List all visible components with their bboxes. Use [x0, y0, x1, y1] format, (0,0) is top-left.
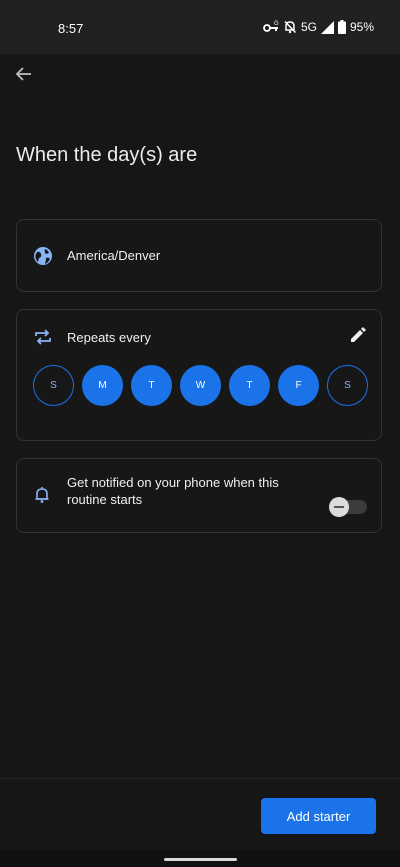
day-toggle[interactable]: T	[131, 365, 172, 406]
day-selector: SMTWTFS	[33, 365, 368, 406]
battery-percent: 95%	[349, 20, 374, 34]
divider	[0, 778, 400, 779]
day-toggle[interactable]: T	[229, 365, 270, 406]
battery-icon	[337, 20, 346, 34]
status-icons: G 5G 95%	[263, 20, 374, 34]
vpn-key-icon: G	[263, 20, 279, 34]
day-toggle[interactable]: M	[82, 365, 123, 406]
repeat-label: Repeats every	[67, 330, 151, 345]
status-bar: 8:57 G 5G 95%	[0, 0, 400, 54]
timezone-card[interactable]: America/Denver	[16, 219, 382, 292]
day-toggle[interactable]: S	[33, 365, 74, 406]
back-button[interactable]	[12, 64, 36, 88]
bell-off-icon	[283, 20, 297, 34]
repeat-card: Repeats every SMTWTFS	[16, 309, 382, 441]
notify-card: Get notified on your phone when this rou…	[16, 458, 382, 533]
day-toggle[interactable]: S	[327, 365, 368, 406]
timezone-label: America/Denver	[67, 248, 161, 263]
repeat-icon	[33, 327, 53, 352]
day-toggle[interactable]: W	[180, 365, 221, 406]
bell-icon	[33, 486, 51, 509]
status-time: 8:57	[58, 21, 84, 36]
svg-text:G: G	[274, 21, 279, 27]
day-toggle[interactable]: F	[278, 365, 319, 406]
add-starter-button[interactable]: Add starter	[261, 798, 376, 834]
network-label: 5G	[300, 20, 317, 34]
home-gesture-handle[interactable]	[164, 858, 237, 861]
navigation-bar	[0, 850, 400, 867]
notify-text: Get notified on your phone when this rou…	[67, 475, 279, 507]
globe-icon	[33, 246, 53, 271]
toggle-knob	[329, 497, 349, 517]
notify-toggle[interactable]	[329, 497, 367, 517]
pencil-icon[interactable]	[349, 326, 367, 349]
signal-icon	[320, 20, 334, 34]
page-title: When the day(s) are	[16, 144, 198, 166]
arrow-left-icon	[15, 65, 33, 88]
